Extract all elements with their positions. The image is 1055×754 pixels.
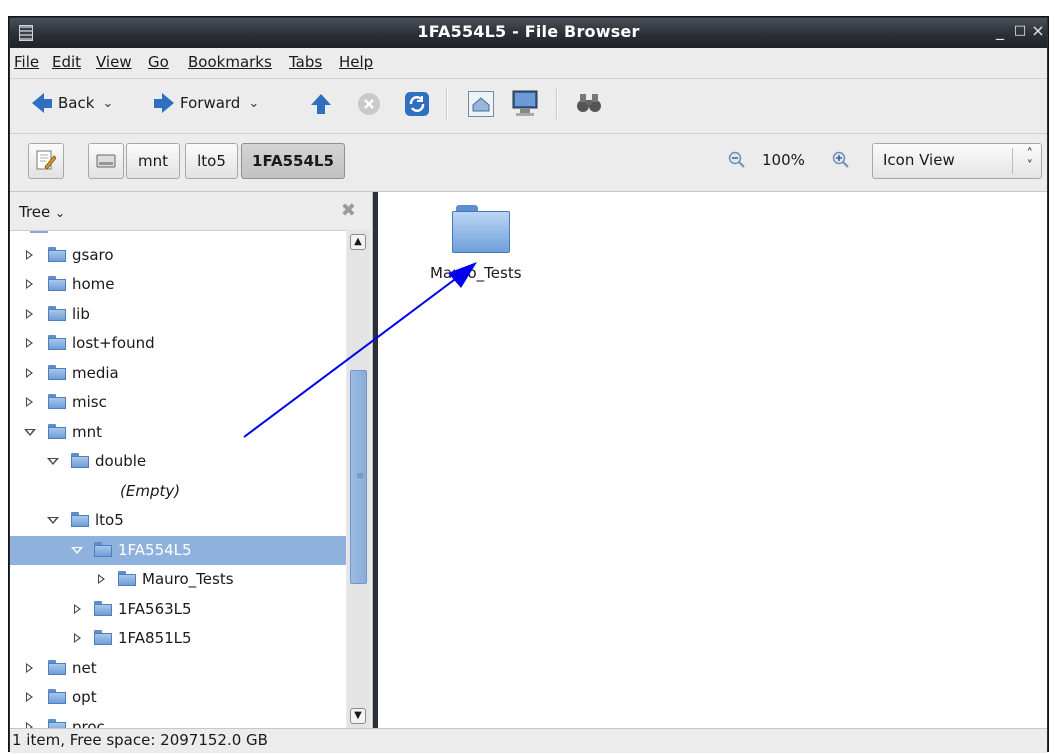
annotation-arrow	[243, 262, 477, 438]
status-bar: 1 item, Free space: 2097152.0 GB	[10, 728, 1047, 753]
status-text: 1 item, Free space: 2097152.0 GB	[12, 731, 268, 749]
